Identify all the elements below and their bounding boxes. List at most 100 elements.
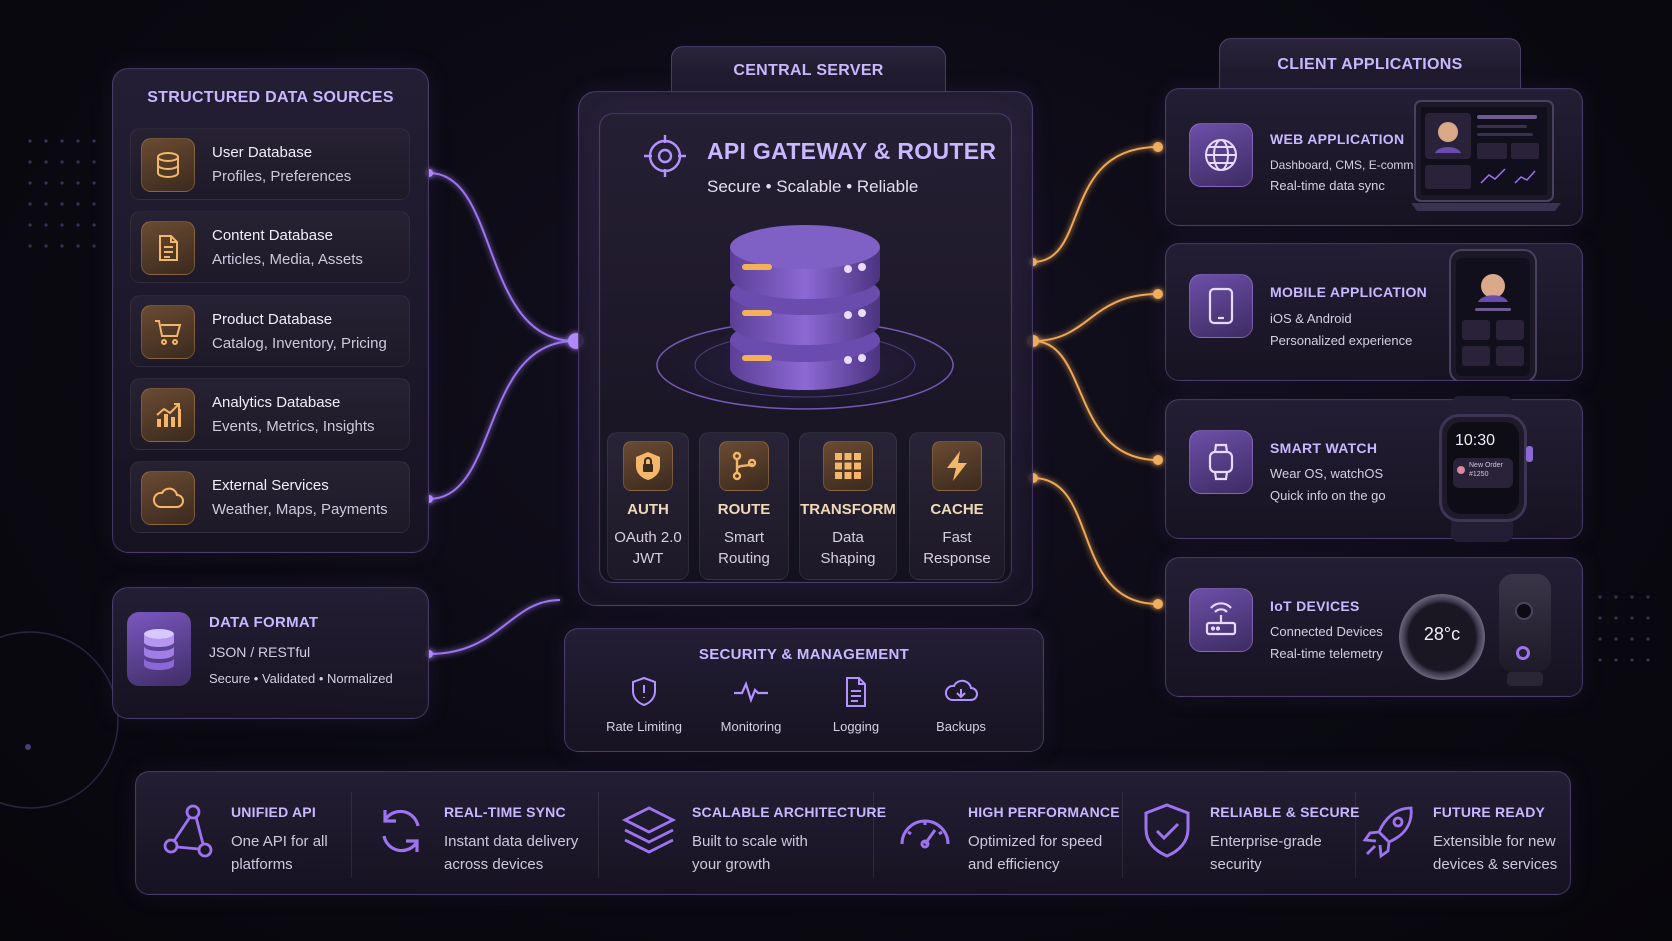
shield-icon (632, 676, 656, 707)
client-line1: iOS & Android (1270, 311, 1352, 326)
central-server-tab: CENTRAL SERVER (671, 46, 946, 92)
security-label: Monitoring (720, 719, 782, 734)
feature-high-performance: HIGH PERFORMANCE Optimized for speed and… (876, 772, 1120, 896)
security-label: Backups (936, 719, 986, 734)
security-item-backups[interactable]: Backups (911, 676, 1011, 734)
feature-title: RELIABLE & SECURE (1210, 804, 1360, 820)
feature-title: FUTURE READY (1433, 804, 1546, 820)
source-item-content-database[interactable]: Content Database Articles, Media, Assets (130, 211, 410, 283)
client-web-application[interactable]: WEB APPLICATION Dashboard, CMS, E-commer… (1165, 88, 1583, 226)
client-line2: Personalized experience (1270, 333, 1413, 348)
feature-real-time-sync: REAL-TIME SYNC Instant data delivery acr… (352, 772, 596, 896)
module-title: CACHE (930, 501, 984, 518)
router-icon (1189, 588, 1253, 652)
source-title: User Database (212, 144, 313, 161)
client-mobile-application[interactable]: MOBILE APPLICATION iOS & Android Persona… (1165, 243, 1583, 381)
module-line2: Shaping (820, 550, 876, 567)
module-line1: OAuth 2.0 (614, 529, 682, 546)
module-title: ROUTE (717, 501, 771, 518)
shield-check-icon (1144, 803, 1190, 858)
thermostat-illustration: 28°c (1399, 594, 1485, 680)
feature-line1: Built to scale with (692, 833, 808, 850)
target-icon (642, 133, 688, 179)
watch-icon (1189, 430, 1253, 494)
client-smart-watch[interactable]: SMART WATCH Wear OS, watchOS Quick info … (1165, 396, 1583, 542)
watch-time: 10:30 (1455, 432, 1496, 449)
source-title: Product Database (212, 311, 333, 328)
client-title: WEB APPLICATION (1270, 131, 1405, 147)
feature-scalable-architecture: SCALABLE ARCHITECTURE Built to scale wit… (600, 772, 886, 896)
client-title: SMART WATCH (1270, 440, 1378, 456)
module-auth[interactable]: AUTH OAuth 2.0 JWT (607, 432, 689, 580)
client-line2: Real-time telemetry (1270, 646, 1383, 661)
source-subtitle: Catalog, Inventory, Pricing (212, 335, 387, 352)
feature-line1: Extensible for new (1433, 833, 1556, 850)
client-line2: Quick info on the go (1270, 488, 1386, 503)
security-item-logging[interactable]: Logging (806, 676, 906, 734)
feature-line1: Optimized for speed (968, 833, 1103, 850)
module-line2: Response (923, 550, 991, 567)
feature-line2: and efficiency (968, 856, 1060, 873)
layers-icon (621, 806, 677, 854)
security-title: SECURITY & MANAGEMENT (698, 646, 910, 663)
module-cache[interactable]: CACHE Fast Response (909, 432, 1005, 580)
phone-illustration (1449, 249, 1537, 380)
lightning-icon (932, 441, 982, 491)
security-item-monitoring[interactable]: Monitoring (701, 676, 801, 734)
feature-title: UNIFIED API (231, 804, 316, 820)
feature-line1: One API for all (231, 833, 328, 850)
cloud-backup-icon (944, 679, 978, 701)
source-item-external-services[interactable]: External Services Weather, Maps, Payment… (130, 461, 410, 533)
shield-lock-icon (623, 441, 673, 491)
cloud-icon (141, 471, 195, 525)
source-subtitle: Weather, Maps, Payments (212, 501, 388, 518)
data-format-title: DATA FORMAT (209, 614, 319, 631)
feature-title: REAL-TIME SYNC (444, 804, 566, 820)
chart-icon (141, 388, 195, 442)
feature-title: SCALABLE ARCHITECTURE (692, 804, 887, 820)
module-line1: Fast (942, 529, 972, 546)
feature-line2: platforms (231, 856, 293, 873)
feature-line2: security (1210, 856, 1262, 873)
feature-line2: your growth (692, 856, 771, 873)
source-subtitle: Events, Metrics, Insights (212, 418, 375, 435)
module-line1: Data (832, 529, 864, 546)
source-item-product-database[interactable]: Product Database Catalog, Inventory, Pri… (130, 295, 410, 367)
module-route[interactable]: ROUTE Smart Routing (699, 432, 789, 580)
watch-notification: New Order #1250 (1469, 462, 1503, 478)
database-icon (127, 612, 191, 686)
security-label: Logging (832, 719, 880, 734)
document-icon (141, 221, 195, 275)
route-icon (719, 441, 769, 491)
client-iot-devices[interactable]: IoT DEVICES Connected Devices Real-time … (1165, 557, 1583, 697)
source-item-user-database[interactable]: User Database Profiles, Preferences (130, 128, 410, 200)
client-line1: Connected Devices (1270, 624, 1383, 639)
thermostat-reading: 28°c (1423, 624, 1461, 644)
sync-icon (382, 809, 420, 853)
data-format-line1: JSON / RESTful (209, 644, 311, 660)
client-applications-tab: CLIENT APPLICATIONS (1219, 38, 1521, 88)
client-title: MOBILE APPLICATION (1270, 284, 1428, 300)
feature-unified-api: UNIFIED API One API for all platforms (139, 772, 349, 896)
pulse-icon (734, 680, 768, 704)
server-stack-illustration (645, 225, 965, 413)
camera-illustration (1499, 574, 1551, 688)
security-item-rate-limiting[interactable]: Rate Limiting (594, 676, 694, 734)
source-subtitle: Profiles, Preferences (212, 168, 352, 185)
source-item-analytics-database[interactable]: Analytics Database Events, Metrics, Insi… (130, 378, 410, 450)
module-transform[interactable]: TRANSFORM Data Shaping (799, 432, 897, 580)
client-line1: Wear OS, watchOS (1270, 466, 1384, 481)
rocket-icon (1362, 806, 1413, 859)
feature-divider (598, 792, 599, 878)
feature-divider (873, 792, 874, 878)
log-icon (846, 677, 866, 707)
grid-icon (823, 441, 873, 491)
globe-icon (1189, 123, 1253, 187)
client-title: IoT DEVICES (1270, 598, 1360, 614)
laptop-illustration (1411, 100, 1561, 211)
source-title: External Services (212, 477, 329, 494)
data-sources-title: STRUCTURED DATA SOURCES (147, 89, 394, 106)
module-line2: JWT (632, 550, 664, 567)
client-line2: Real-time data sync (1270, 178, 1385, 193)
phone-icon (1189, 274, 1253, 338)
